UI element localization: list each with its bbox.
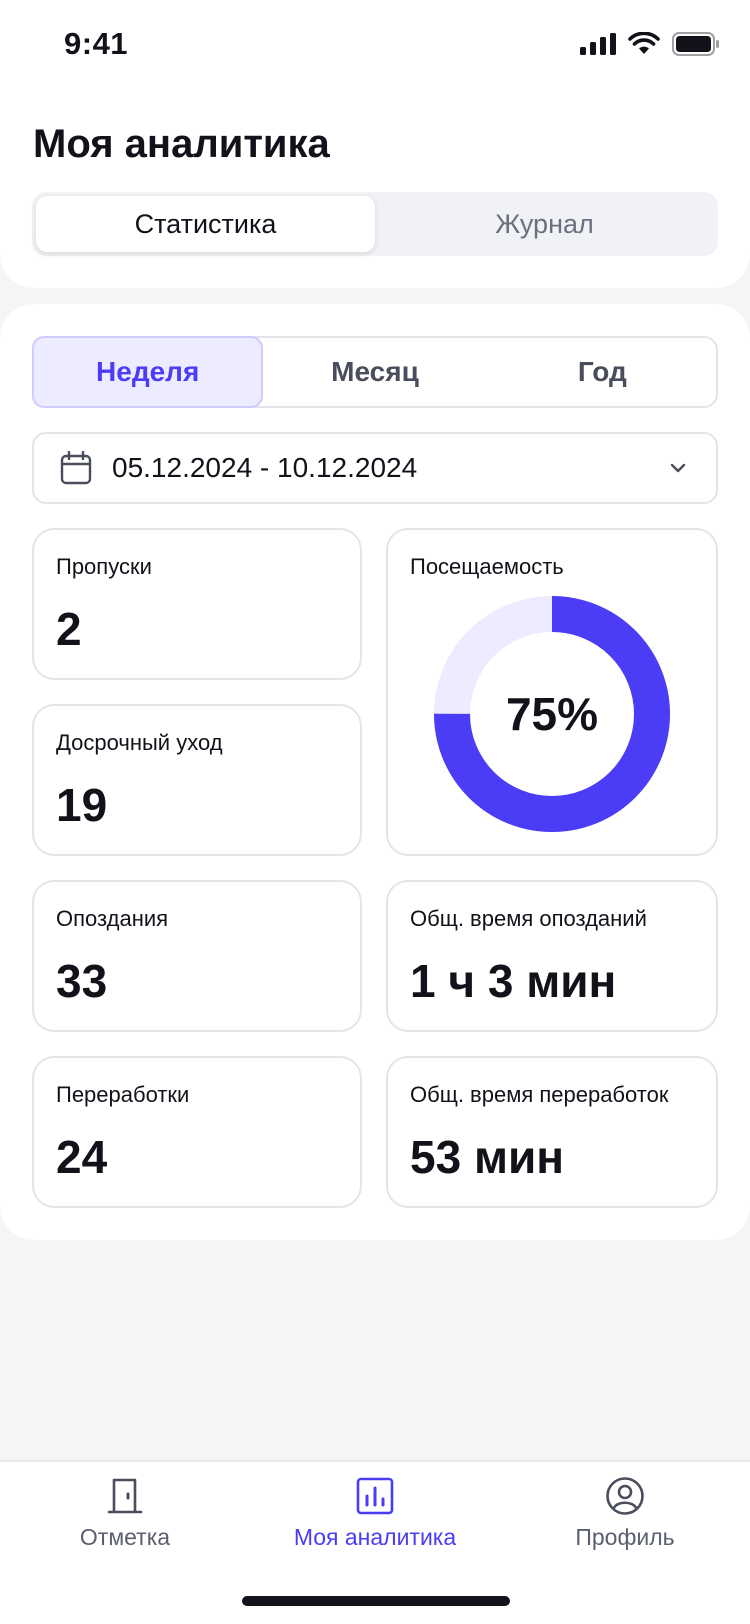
attendance-donut: 75% <box>434 596 670 832</box>
tabbar-item-profile[interactable]: Профиль <box>500 1476 750 1576</box>
absences-card: Пропуски 2 <box>32 528 362 680</box>
absences-label: Пропуски <box>56 554 152 579</box>
view-segmented-control: Статистика Журнал <box>32 192 718 256</box>
overtimes-label: Переработки <box>56 1082 190 1107</box>
tabbar-item-analytics[interactable]: Моя аналитика <box>250 1476 500 1576</box>
home-indicator <box>242 1596 510 1606</box>
tabbar-item-check-in[interactable]: Отметка <box>0 1476 250 1576</box>
status-bar: 9:41 <box>0 0 750 92</box>
absences-value: 2 <box>56 603 82 655</box>
page-title: Моя аналитика <box>33 122 330 166</box>
header-card: Моя аналитика Статистика Журнал <box>0 90 750 288</box>
lates-value: 33 <box>56 955 108 1007</box>
period-year[interactable]: Год <box>489 338 716 406</box>
profile-icon <box>606 1477 644 1515</box>
period-month[interactable]: Месяц <box>261 338 488 406</box>
overtime-time-label: Общ. время переработок <box>410 1082 669 1107</box>
signal-icon <box>580 33 616 55</box>
door-icon <box>107 1478 143 1514</box>
overtime-time-card: Общ. время переработок 53 мин <box>386 1056 718 1208</box>
attendance-card: Посещаемость 75% <box>386 528 718 856</box>
date-range-picker[interactable]: 05.12.2024 - 10.12.2024 <box>32 432 718 504</box>
tabbar-label-analytics: Моя аналитика <box>293 1524 457 1550</box>
battery-icon <box>672 32 719 56</box>
period-week[interactable]: Неделя <box>32 336 264 408</box>
analytics-card: Неделя Месяц Год 05.12.2024 - 10.12.2024… <box>0 304 750 1240</box>
late-time-value: 1 ч 3 мин <box>410 955 617 1007</box>
chart-icon <box>356 1477 394 1515</box>
lates-label: Опоздания <box>56 906 169 931</box>
period-segmented-control: Неделя Месяц Год <box>32 336 718 408</box>
chevron-down-icon <box>670 463 686 473</box>
date-range-value: 05.12.2024 - 10.12.2024 <box>112 452 418 483</box>
lates-card: Опоздания 33 <box>32 880 362 1032</box>
early-leave-card: Досрочный уход 19 <box>32 704 362 856</box>
wifi-icon <box>628 32 660 54</box>
tab-statistics[interactable]: Статистика <box>36 196 375 252</box>
attendance-value: 75% <box>505 688 599 740</box>
late-time-card: Общ. время опозданий 1 ч 3 мин <box>386 880 718 1032</box>
status-icons <box>580 32 720 56</box>
early-leave-value: 19 <box>56 779 108 831</box>
attendance-label: Посещаемость <box>410 554 564 579</box>
status-time: 9:41 <box>64 26 129 61</box>
early-leave-label: Досрочный уход <box>56 730 223 755</box>
calendar-icon <box>60 451 92 485</box>
overtime-time-value: 53 мин <box>410 1131 565 1183</box>
overtimes-value: 24 <box>56 1131 108 1183</box>
overtimes-card: Переработки 24 <box>32 1056 362 1208</box>
tabbar-label-check-in: Отметка <box>79 1524 171 1550</box>
tab-journal[interactable]: Журнал <box>375 196 714 252</box>
late-time-label: Общ. время опозданий <box>410 906 647 931</box>
tabbar-label-profile: Профиль <box>575 1524 675 1550</box>
